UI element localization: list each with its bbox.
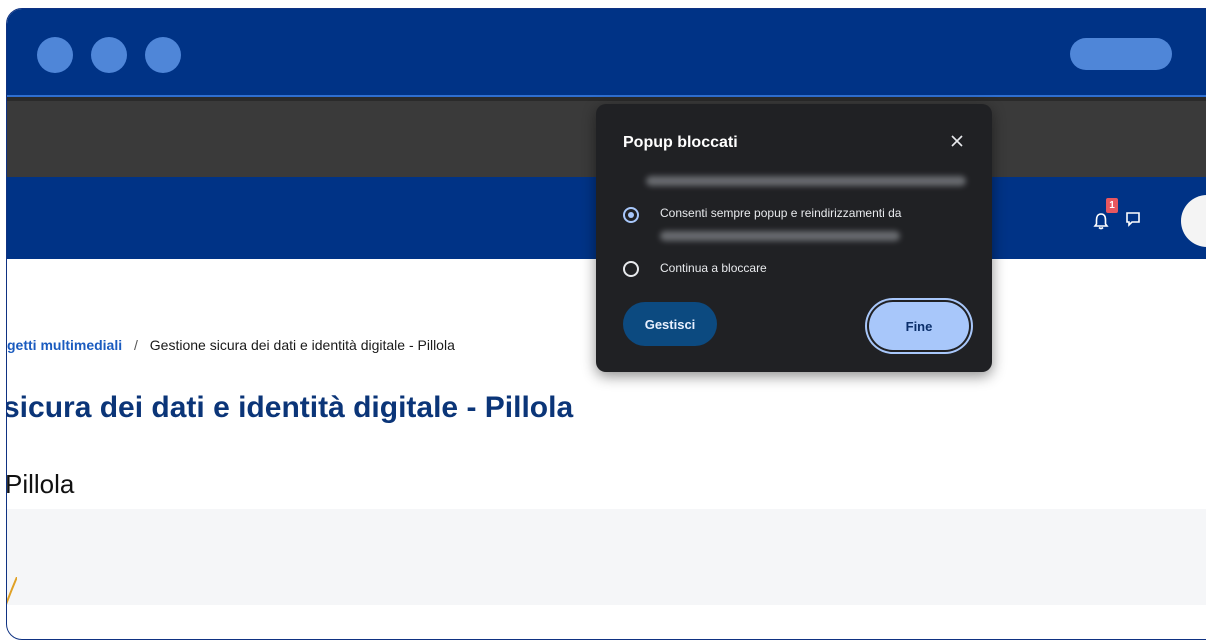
decorative-curve	[7, 577, 17, 605]
dialog-title: Popup bloccati	[623, 134, 738, 151]
window-control-dot[interactable]	[145, 37, 181, 73]
content-panel	[7, 509, 1206, 605]
window-pill-control[interactable]	[1070, 38, 1172, 70]
radio-allow-always[interactable]	[623, 207, 639, 223]
breadcrumb: getti multimediali / Gestione sicura dei…	[7, 337, 455, 353]
avatar[interactable]	[1181, 195, 1206, 247]
breadcrumb-current: Gestione sicura dei dati e identità digi…	[149, 337, 455, 353]
radio-keep-blocking[interactable]	[623, 261, 639, 277]
option-allow-label: Consenti sempre popup e reindirizzamenti…	[660, 206, 902, 220]
page-title: sicura dei dati e identità digitale - Pi…	[6, 391, 574, 424]
page-subtitle: Pillola	[6, 469, 75, 499]
close-icon[interactable]	[946, 130, 968, 152]
notification-badge: 1	[1106, 198, 1118, 213]
blocked-popups-dialog: Popup bloccati Consenti sempre popup e r…	[596, 104, 992, 372]
done-button[interactable]: Fine	[869, 302, 969, 350]
window-control-dot[interactable]	[91, 37, 127, 73]
manage-button[interactable]: Gestisci	[623, 302, 717, 346]
window-control-dot[interactable]	[37, 37, 73, 73]
blurred-url	[660, 231, 900, 241]
breadcrumb-separator: /	[134, 337, 138, 353]
blurred-url	[646, 176, 966, 186]
option-block-label: Continua a bloccare	[660, 261, 767, 275]
bell-icon[interactable]	[1093, 212, 1109, 230]
chat-icon[interactable]	[1125, 210, 1141, 228]
window-titlebar	[7, 9, 1206, 97]
breadcrumb-link[interactable]: getti multimediali	[7, 337, 122, 353]
